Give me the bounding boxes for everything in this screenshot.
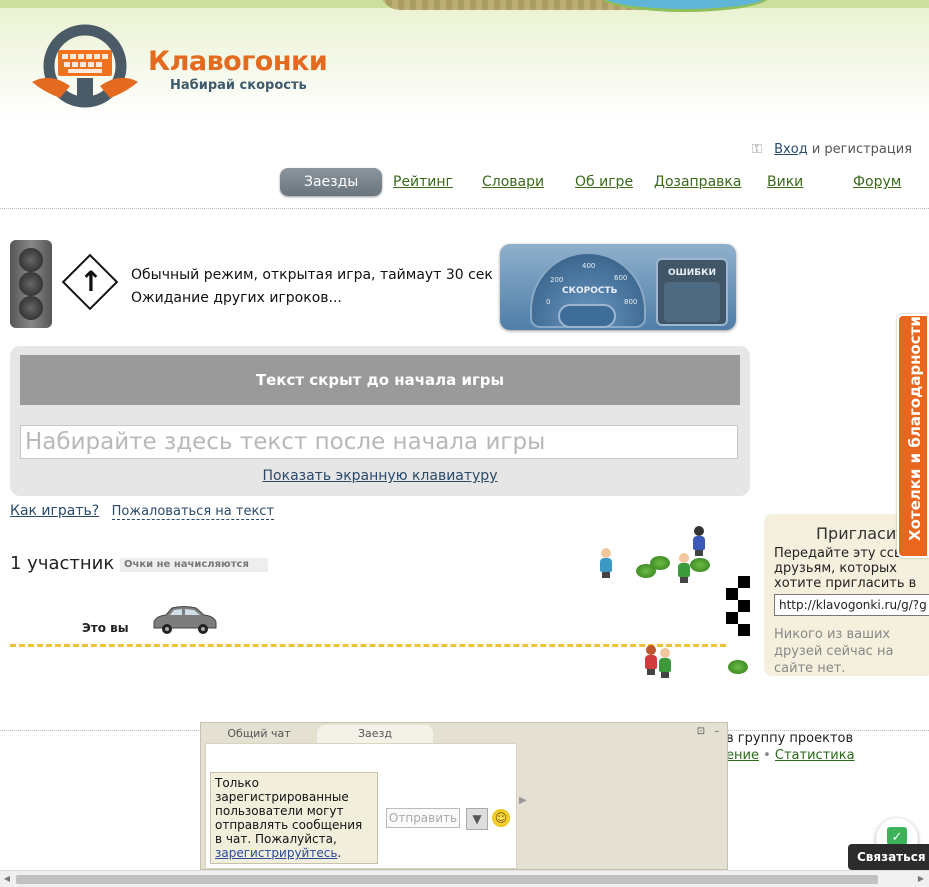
footer-links: ение • Статистика [726, 748, 855, 763]
scroll-thumb[interactable] [16, 875, 878, 884]
brand-name[interactable]: Клавогонки [148, 46, 328, 77]
logo-steering-wheel-icon[interactable] [30, 22, 140, 110]
errors-panel: ОШИБКИ [656, 258, 728, 326]
scroll-left-icon[interactable]: ◀ [2, 874, 12, 884]
chat-messages: Только зарегистрированные пользователи м… [205, 743, 517, 869]
traffic-light-icon [10, 240, 52, 328]
feedback-tab-label: Хотелки и благодарности [906, 316, 924, 541]
bush-icon [690, 558, 710, 572]
player-label: Это вы [82, 621, 129, 635]
footer-text: в группу проектов [726, 731, 854, 746]
pin-icon[interactable]: ⊡ [695, 726, 707, 738]
complain-text-link[interactable]: Пожаловаться на текст [111, 504, 275, 520]
spectator-icon [692, 526, 706, 556]
footer-separator: • [763, 748, 771, 763]
spectator-icon [599, 548, 613, 578]
filter-icon[interactable]: ▼ [466, 808, 488, 830]
errors-display [664, 282, 720, 322]
hidden-text-banner: Текст скрыт до начала игры [20, 355, 740, 405]
game-waiting-text: Ожидание других игроков... [131, 290, 342, 306]
contact-button[interactable]: Связаться [848, 844, 929, 870]
nav-tab-refuel[interactable]: Дозаправка [654, 168, 741, 196]
help-links: Как играть? Пожаловаться на текст [10, 503, 275, 520]
login-area: ⚿ Вход и регистрация [752, 142, 912, 157]
player-car-icon [153, 606, 217, 634]
participants-count: 1 участник [10, 553, 115, 574]
typing-panel: Текст скрыт до начала игры Набирайте зде… [10, 346, 750, 496]
speed-tick: 0 [546, 298, 551, 306]
banner-lake-illustration [600, 0, 770, 12]
login-link[interactable]: Вход [774, 142, 808, 157]
game-mode-text: Обычный режим, открытая игра, таймаут 30… [131, 267, 493, 283]
footer-link[interactable]: ение [726, 748, 759, 763]
game-status: Обычный режим, открытая игра, таймаут 30… [131, 264, 493, 310]
how-to-play-link[interactable]: Как играть? [10, 503, 99, 520]
smiley-icon[interactable]: ☺ [492, 809, 510, 827]
race-track [10, 644, 726, 647]
chat-send-button[interactable]: Отправить [386, 808, 460, 828]
points-badge: Очки не начисляются [120, 558, 268, 572]
chat-notice-text: Только зарегистрированные пользователи м… [215, 776, 363, 846]
feedback-tab[interactable]: Хотелки и благодарности [897, 314, 929, 558]
show-keyboard-link[interactable]: Показать экранную клавиатуру [10, 468, 750, 484]
bush-icon [650, 556, 670, 570]
speed-tick: 800 [624, 298, 638, 306]
tab-race-chat[interactable]: Заезд [317, 725, 433, 743]
chat-register-notice: Только зарегистрированные пользователи м… [210, 772, 378, 864]
chevron-right-icon[interactable]: ▶ [519, 795, 527, 806]
speedometer-label: СКОРОСТЬ [562, 286, 618, 296]
chat-notice-end: . [337, 846, 342, 860]
spectator-icon [644, 645, 658, 675]
dashboard-panel: 0 200 400 600 800 СКОРОСТЬ ОШИБКИ [500, 244, 736, 330]
invite-title: Пригласит [816, 524, 906, 543]
nav-tab-forum[interactable]: Форум [853, 168, 901, 196]
chat-users-panel [529, 743, 725, 869]
nav-tab-dictionaries[interactable]: Словари [482, 168, 544, 196]
minimize-icon[interactable]: – [711, 726, 723, 738]
speed-tick: 200 [550, 276, 564, 284]
brand-tagline: Набирай скорость [170, 78, 307, 93]
scroll-right-icon[interactable]: ▶ [916, 874, 926, 884]
arrow-up-icon: ↑ [79, 265, 103, 298]
horizontal-scrollbar[interactable]: ◀ ▶ [0, 870, 929, 887]
spectator-icon [677, 553, 691, 583]
nav-tab-wiki[interactable]: Вики [767, 168, 803, 196]
speed-tick: 600 [614, 274, 628, 282]
nav-tab-about[interactable]: Об игре [575, 168, 633, 196]
chat-register-link[interactable]: зарегистрируйтесь [215, 846, 337, 860]
footer-link-statistics[interactable]: Статистика [775, 748, 855, 763]
spectator-icon [658, 648, 672, 678]
invite-note: Никого из ваших друзей сейчас на сайте н… [774, 627, 894, 676]
divider [0, 208, 929, 209]
tab-general-chat[interactable]: Общий чат [205, 725, 313, 743]
bush-icon [728, 660, 748, 674]
errors-label: ОШИБКИ [667, 268, 717, 278]
register-text: и регистрация [811, 142, 913, 157]
speed-tick: 400 [582, 262, 596, 270]
invite-link-field[interactable]: http://klavogonki.ru/g/?g [774, 594, 929, 616]
speed-display [558, 304, 616, 328]
chat-panel: Общий чат Заезд ⊡ – Только зарегистриров… [200, 722, 728, 870]
finish-flag-icon [726, 576, 750, 636]
nav-tab-races[interactable]: Заезды [280, 168, 383, 196]
dashboard: 0 200 400 600 800 СКОРОСТЬ ОШИБКИ [488, 240, 750, 332]
typing-input[interactable]: Набирайте здесь текст после начала игры [20, 425, 738, 459]
nav-tab-rating[interactable]: Рейтинг [393, 168, 453, 196]
key-icon: ⚿ [752, 142, 762, 157]
